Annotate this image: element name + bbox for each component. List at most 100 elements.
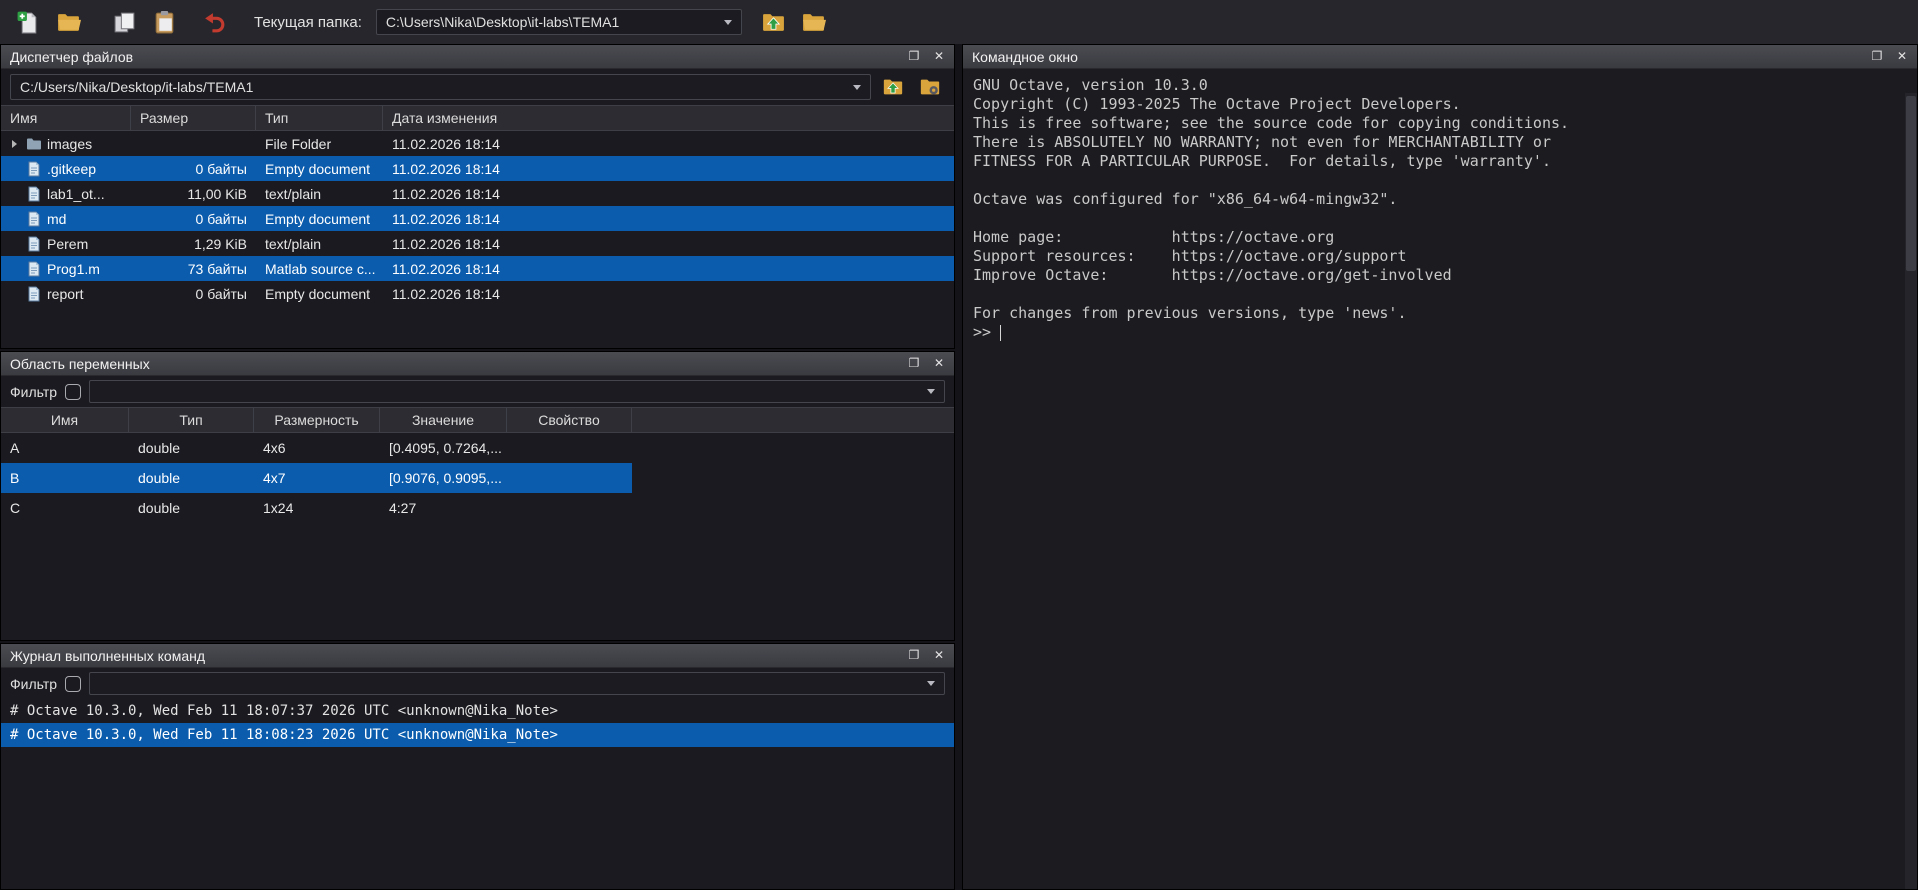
filter-checkbox[interactable] [65, 676, 81, 692]
variable-attr [507, 463, 632, 493]
current-folder-value: C:\Users\Nika\Desktop\it-labs\TEMA1 [386, 14, 619, 30]
file-size: 1,29 KiB [131, 231, 256, 256]
file-row[interactable]: md 0 байты Empty document 11.02.2026 18:… [1, 206, 954, 231]
file-browser-path-combobox[interactable]: C:/Users/Nika/Desktop/it-labs/TEMA1 [10, 74, 871, 100]
column-header[interactable]: Тип [129, 408, 254, 432]
close-icon[interactable]: ✕ [928, 47, 950, 66]
panel-title: Командное окно [972, 49, 1078, 65]
undock-icon[interactable]: ❐ [903, 354, 925, 373]
file-icon [26, 261, 42, 277]
variable-type: double [129, 463, 254, 493]
close-icon[interactable]: ✕ [1891, 47, 1913, 66]
chevron-down-icon [724, 20, 732, 25]
octave-main-window: Текущая папка: C:\Users\Nika\Desktop\it-… [0, 0, 1918, 890]
filter-checkbox[interactable] [65, 384, 81, 400]
file-size: 11,00 KiB [131, 181, 256, 206]
file-icon [26, 186, 42, 202]
file-type: Empty document [256, 156, 383, 181]
workspace-filter-combobox[interactable] [89, 380, 945, 403]
vertical-scrollbar[interactable] [1905, 93, 1917, 889]
workspace-filter-row: Фильтр [1, 376, 954, 407]
folder-actions-icon [919, 76, 941, 98]
column-header[interactable]: Имя [1, 408, 129, 432]
variable-dims: 1x24 [254, 493, 380, 523]
column-header[interactable]: Дата изменения [383, 106, 954, 130]
column-header[interactable]: Размерность [254, 408, 380, 432]
expand-chevron-icon[interactable] [7, 140, 21, 148]
scrollbar-thumb[interactable] [1906, 96, 1916, 271]
file-name: images [47, 136, 92, 152]
workspace-titlebar: Область переменных ❐ ✕ [1, 352, 954, 376]
history-entry[interactable]: # Octave 10.3.0, Wed Feb 11 18:08:23 202… [1, 723, 954, 747]
variable-row[interactable]: B double 4x7 [0.9076, 0.9095,... [1, 463, 632, 493]
file-name: .gitkeep [47, 161, 96, 177]
file-date: 11.02.2026 18:14 [383, 181, 954, 206]
file-icon [26, 161, 42, 177]
file-row[interactable]: lab1_ot... 11,00 KiB text/plain 11.02.20… [1, 181, 954, 206]
history-filter-combobox[interactable] [89, 672, 945, 695]
copy-button[interactable] [106, 5, 142, 39]
history-entry[interactable]: # Octave 10.3.0, Wed Feb 11 18:07:37 202… [1, 699, 954, 723]
history-text: # Octave 10.3.0, Wed Feb 11 18:07:37 202… [10, 703, 558, 719]
chevron-down-icon [853, 85, 861, 90]
folder-up-button[interactable] [756, 5, 792, 39]
file-browser-path-value: C:/Users/Nika/Desktop/it-labs/TEMA1 [20, 79, 253, 95]
file-row[interactable]: images File Folder 11.02.2026 18:14 [1, 131, 954, 156]
file-date: 11.02.2026 18:14 [383, 281, 954, 306]
variable-row[interactable]: C double 1x24 4:27 [1, 493, 632, 523]
column-header[interactable]: Тип [256, 106, 383, 130]
variable-row[interactable]: A double 4x6 [0.4095, 0.7264,... [1, 433, 632, 463]
file-date: 11.02.2026 18:14 [383, 231, 954, 256]
folder-up-button[interactable] [878, 74, 908, 100]
file-row[interactable]: report 0 байты Empty document 11.02.2026… [1, 281, 954, 306]
undock-icon[interactable]: ❐ [1866, 47, 1888, 66]
variable-name: B [1, 463, 129, 493]
left-dock-area: Диспетчер файлов ❐ ✕ C:/Users/Nika/Deskt… [0, 44, 955, 890]
file-row[interactable]: Perem 1,29 KiB text/plain 11.02.2026 18:… [1, 231, 954, 256]
startup-banner: GNU Octave, version 10.3.0 Copyright (C)… [973, 76, 1905, 323]
column-header[interactable]: Имя [1, 106, 131, 130]
file-type: File Folder [256, 131, 383, 156]
paste-icon [152, 10, 177, 35]
file-row[interactable]: .gitkeep 0 байты Empty document 11.02.20… [1, 156, 954, 181]
folder-actions-button[interactable] [915, 74, 945, 100]
undock-icon[interactable]: ❐ [903, 47, 925, 66]
open-button[interactable] [50, 5, 86, 39]
file-browser-panel: Диспетчер файлов ❐ ✕ C:/Users/Nika/Deskt… [0, 44, 955, 349]
undo-button[interactable] [196, 5, 232, 39]
main-toolbar: Текущая папка: C:\Users\Nika\Desktop\it-… [0, 0, 1918, 44]
new-script-button[interactable] [10, 5, 46, 39]
variable-name: A [1, 433, 129, 463]
file-type: Matlab source c... [256, 256, 383, 281]
column-header[interactable]: Свойство [507, 408, 632, 432]
panel-title: Журнал выполненных команд [10, 648, 205, 664]
file-browser-pathbar: C:/Users/Nika/Desktop/it-labs/TEMA1 [1, 69, 954, 105]
close-icon[interactable]: ✕ [928, 354, 950, 373]
column-header[interactable]: Размер [131, 106, 256, 130]
current-folder-combobox[interactable]: C:\Users\Nika\Desktop\it-labs\TEMA1 [376, 9, 742, 35]
file-size [131, 131, 256, 156]
column-header[interactable]: Значение [380, 408, 507, 432]
folder-up-icon [882, 76, 904, 98]
panel-title: Область переменных [10, 356, 150, 372]
file-row[interactable]: Prog1.m 73 байты Matlab source c... 11.0… [1, 256, 954, 281]
file-date: 11.02.2026 18:14 [383, 156, 954, 181]
variable-value: [0.4095, 0.7264,... [380, 433, 507, 463]
command-prompt[interactable]: >> [973, 323, 1905, 342]
new-script-icon [16, 10, 41, 35]
paste-button[interactable] [146, 5, 182, 39]
filter-label: Фильтр [10, 384, 57, 400]
folder-up-icon [761, 10, 786, 35]
file-icon [26, 236, 42, 252]
file-size: 0 байты [131, 206, 256, 231]
command-output-area[interactable]: GNU Octave, version 10.3.0 Copyright (C)… [963, 69, 1917, 889]
command-window-panel: Командное окно ❐ ✕ GNU Octave, version 1… [962, 44, 1918, 890]
file-type: text/plain [256, 181, 383, 206]
chevron-down-icon [927, 389, 935, 394]
file-name: Prog1.m [47, 261, 100, 277]
workspace-panel: Область переменных ❐ ✕ Фильтр Имя Тип [0, 351, 955, 641]
variable-type: double [129, 433, 254, 463]
undock-icon[interactable]: ❐ [903, 646, 925, 665]
browse-folder-button[interactable] [796, 5, 832, 39]
close-icon[interactable]: ✕ [928, 646, 950, 665]
